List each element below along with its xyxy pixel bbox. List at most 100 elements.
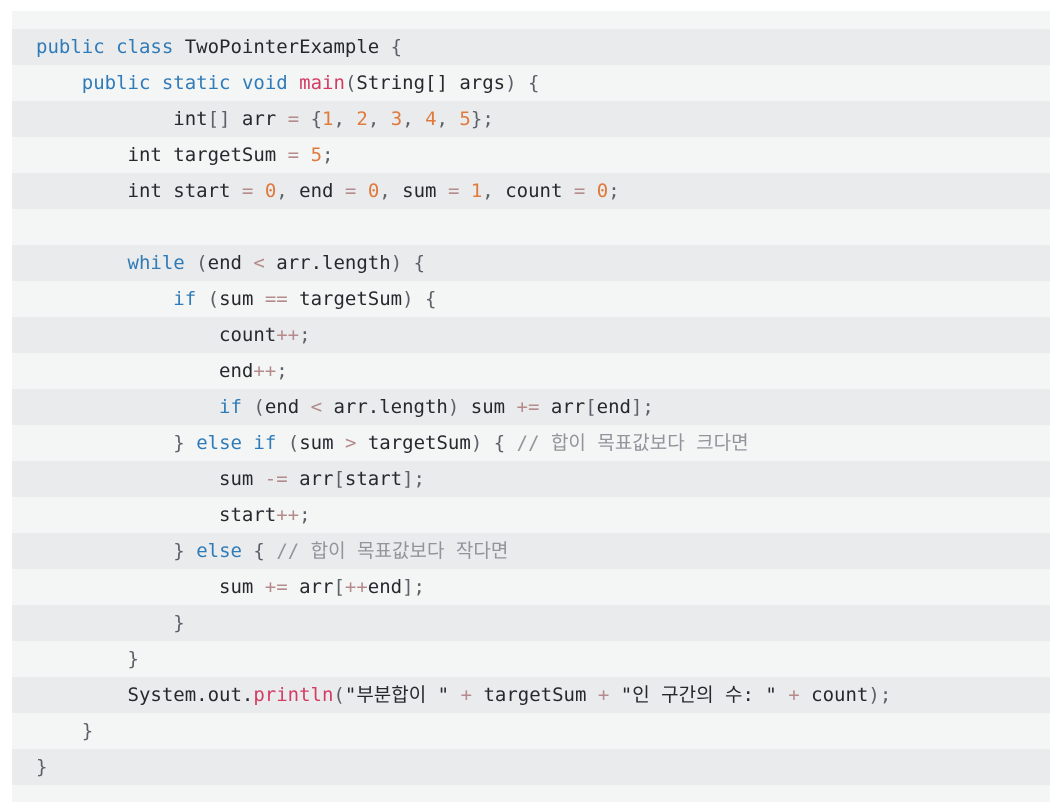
code-number: 3	[390, 108, 403, 130]
code-text: int start	[36, 180, 242, 202]
code-text: sum	[390, 180, 448, 202]
code-line: while (end < arr.length) {	[12, 245, 1050, 281]
code-number: 0	[264, 180, 277, 202]
code-punctuation: )	[390, 252, 403, 274]
code-number: 1	[470, 180, 483, 202]
code-line: } else { // 합이 목표값보다 작다면	[12, 533, 1050, 569]
code-line: }	[12, 713, 1050, 749]
code-keyword: void	[241, 72, 288, 94]
code-punctuation: (	[344, 72, 357, 94]
code-punctuation: (	[333, 684, 345, 706]
code-punctuation: )	[447, 396, 460, 418]
code-text: count	[36, 324, 277, 346]
code-punctuation: ,	[436, 108, 460, 130]
code-operator: +=	[264, 576, 288, 598]
code-line: System.out.println("부분합이 " + targetSum +…	[12, 677, 1050, 713]
code-punctuation: (	[287, 432, 300, 454]
code-operator: =	[447, 180, 460, 202]
code-punctuation: {	[493, 432, 506, 454]
code-punctuation: ];	[630, 396, 654, 418]
code-punctuation: ,	[482, 180, 494, 202]
code-punctuation: }	[127, 648, 139, 670]
code-punctuation: ,	[379, 180, 391, 202]
code-text: targetSum	[356, 432, 471, 454]
code-text: arr.length	[264, 252, 391, 274]
code-punctuation: )	[402, 288, 414, 310]
code-punctuation: {	[528, 72, 540, 94]
code-line: if (end < arr.length) sum += arr[end];	[12, 389, 1050, 425]
code-lines: public class TwoPointerExample { public …	[12, 29, 1050, 785]
code-text: arr	[287, 576, 334, 598]
code-punctuation: [	[333, 468, 345, 490]
code-number: 5	[459, 108, 471, 130]
code-text: arr	[539, 396, 586, 418]
code-text: sum	[299, 432, 345, 454]
code-text: sum	[219, 288, 265, 310]
code-line: if (sum == targetSum) {	[12, 281, 1050, 317]
code-operator: ++	[344, 576, 368, 598]
code-punctuation: {	[390, 36, 403, 58]
code-text: end	[596, 396, 631, 418]
code-keyword: public	[81, 72, 151, 94]
code-punctuation: (	[207, 288, 220, 310]
code-keyword: if	[219, 396, 242, 418]
code-punctuation: ;	[322, 144, 334, 166]
code-line: } else if (sum > targetSum) { // 합이 목표값보…	[12, 425, 1050, 461]
code-text: end	[207, 252, 254, 274]
code-line: end++;	[12, 353, 1050, 389]
code-line: }	[12, 749, 1050, 785]
code-line: sum -= arr[start];	[12, 461, 1050, 497]
code-operator: +	[597, 684, 610, 706]
code-text: start	[344, 468, 403, 490]
code-line: public class TwoPointerExample {	[12, 29, 1050, 65]
code-number: 2	[356, 108, 368, 130]
code-block: public class TwoPointerExample { public …	[12, 11, 1050, 802]
code-line: sum += arr[++end];	[12, 569, 1050, 605]
code-operator: ++	[276, 324, 300, 346]
code-punctuation: ,	[367, 108, 391, 130]
code-text: targetSum	[472, 684, 598, 706]
code-line: public static void main(String[] args) {	[12, 65, 1050, 101]
code-punctuation: ;	[299, 504, 311, 526]
code-punctuation: ];	[402, 576, 425, 598]
code-text: arr	[230, 108, 288, 130]
code-operator: =	[344, 180, 357, 202]
code-line: }	[12, 641, 1050, 677]
code-punctuation: }	[173, 612, 185, 634]
code-keyword: class	[116, 36, 174, 58]
code-text: end	[287, 180, 345, 202]
code-line: }	[12, 605, 1050, 641]
code-punctuation: ,	[276, 180, 288, 202]
code-text: end	[264, 396, 311, 418]
code-operator: +	[788, 684, 800, 706]
code-punctuation: ;	[276, 360, 288, 382]
code-operator: =	[287, 144, 300, 166]
code-operator: >	[344, 432, 357, 454]
code-punctuation: ;	[299, 324, 311, 346]
code-keyword: public	[36, 36, 105, 58]
code-number: 4	[425, 108, 437, 130]
code-number: 5	[310, 144, 323, 166]
code-operator: ++	[253, 360, 277, 382]
code-keyword: else	[196, 540, 242, 562]
code-line: count++;	[12, 317, 1050, 353]
code-punctuation: {	[413, 252, 426, 274]
code-operator: -=	[264, 468, 288, 490]
